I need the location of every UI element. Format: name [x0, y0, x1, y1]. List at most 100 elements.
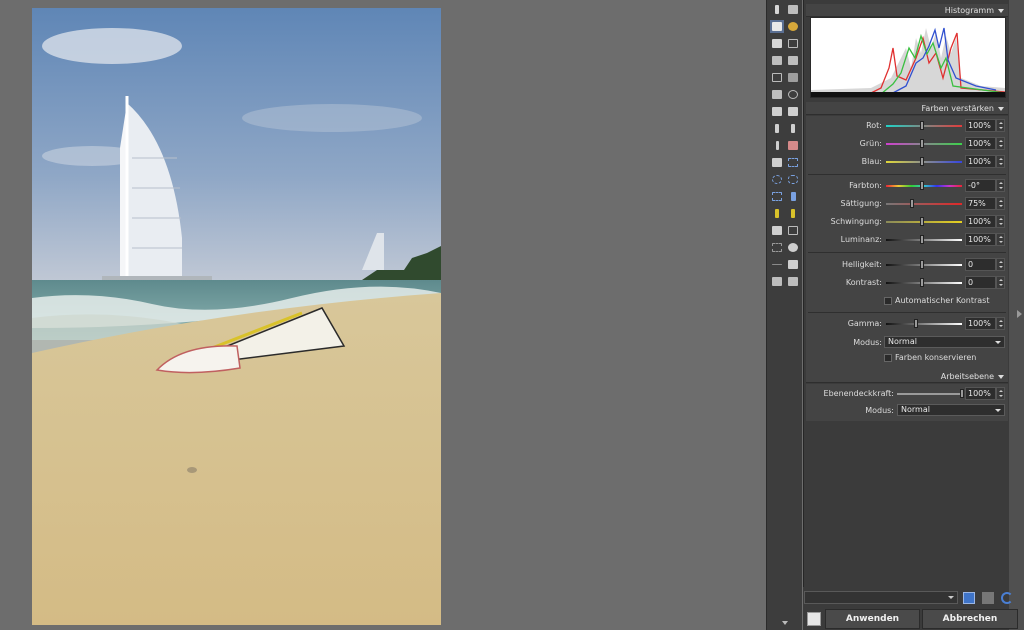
- luminance-slider-track[interactable]: [886, 239, 962, 241]
- gamma-spinner[interactable]: [996, 317, 1005, 330]
- green-slider-track[interactable]: [886, 143, 962, 145]
- text-icon[interactable]: [786, 258, 800, 271]
- layer-opacity-input[interactable]: 100%: [965, 387, 996, 400]
- paint-icon[interactable]: [786, 207, 800, 220]
- reset-icon[interactable]: [1001, 592, 1013, 604]
- transform-icon[interactable]: [770, 241, 784, 254]
- clone-icon[interactable]: [786, 241, 800, 254]
- mode-label: Modus:: [853, 338, 882, 347]
- contrast-value-input[interactable]: 0: [965, 276, 996, 289]
- save-preset-icon[interactable]: [963, 592, 975, 604]
- brightness-slider-thumb[interactable]: [920, 260, 924, 269]
- collapse-panel-icon[interactable]: [1017, 310, 1022, 318]
- preset-select[interactable]: [804, 591, 958, 604]
- grid-icon[interactable]: [786, 71, 800, 84]
- wand-icon[interactable]: [770, 207, 784, 220]
- vibrance-slider-track[interactable]: [886, 221, 962, 223]
- delete-preset-icon[interactable]: [982, 592, 994, 604]
- blue-slider-thumb[interactable]: [920, 157, 924, 166]
- frame-icon[interactable]: [770, 71, 784, 84]
- gamma-slider-track[interactable]: [886, 323, 962, 325]
- vibrance-spinner[interactable]: [996, 215, 1005, 228]
- rotate-icon[interactable]: [786, 88, 800, 101]
- dropper-icon[interactable]: [786, 122, 800, 135]
- layers-icon[interactable]: [770, 54, 784, 67]
- saturation-spinner[interactable]: [996, 197, 1005, 210]
- vibrance-value-input[interactable]: 100%: [965, 215, 996, 228]
- gamma-slider-thumb[interactable]: [914, 319, 918, 328]
- histogram-graph: [810, 17, 1006, 98]
- blue-slider-track[interactable]: [886, 161, 962, 163]
- heal-icon[interactable]: [786, 105, 800, 118]
- bucket-icon[interactable]: [770, 224, 784, 237]
- brightness-slider-track[interactable]: [886, 264, 962, 266]
- blue-value-input[interactable]: 100%: [965, 155, 996, 168]
- luminance-spinner[interactable]: [996, 233, 1005, 246]
- layer-opacity-spinner[interactable]: [996, 387, 1005, 400]
- layer-header[interactable]: Arbeitsebene: [806, 370, 1008, 383]
- blue-spinner[interactable]: [996, 155, 1005, 168]
- rect-select-icon[interactable]: [786, 156, 800, 169]
- enhance-colors-icon[interactable]: [770, 20, 784, 33]
- lasso-icon[interactable]: [786, 173, 800, 186]
- pencil-icon[interactable]: [770, 139, 784, 152]
- checkbox-box[interactable]: [884, 354, 892, 362]
- layer-opacity-thumb[interactable]: [960, 389, 964, 398]
- brush-icon[interactable]: [770, 122, 784, 135]
- gamma-label: Gamma:: [847, 319, 882, 328]
- magic-wand-icon[interactable]: [786, 190, 800, 203]
- hue-spinner[interactable]: [996, 179, 1005, 192]
- brightness-spinner[interactable]: [996, 258, 1005, 271]
- stamp-icon[interactable]: [770, 105, 784, 118]
- brightness-value-input[interactable]: 0: [965, 258, 996, 271]
- contrast-spinner[interactable]: [996, 276, 1005, 289]
- contrast-slider-thumb[interactable]: [920, 278, 924, 287]
- gradient-icon[interactable]: [770, 275, 784, 288]
- hand-icon[interactable]: [770, 37, 784, 50]
- zoom-icon[interactable]: [786, 20, 800, 33]
- crop-icon[interactable]: [786, 37, 800, 50]
- magic-lasso-icon[interactable]: [770, 190, 784, 203]
- green-value-input[interactable]: 100%: [965, 137, 996, 150]
- shape-icon[interactable]: [786, 224, 800, 237]
- layer-mode-select[interactable]: Normal: [897, 404, 1005, 416]
- red-slider-thumb[interactable]: [920, 121, 924, 130]
- gamma-value-input[interactable]: 100%: [965, 317, 996, 330]
- image-canvas[interactable]: [0, 0, 766, 630]
- filmstrip-icon[interactable]: [786, 275, 800, 288]
- vibrance-slider-thumb[interactable]: [920, 217, 924, 226]
- histogram-header[interactable]: Histogramm: [806, 4, 1008, 17]
- ellipse-select-icon[interactable]: [770, 173, 784, 186]
- line-icon[interactable]: [770, 258, 784, 271]
- before-after-icon[interactable]: [807, 612, 821, 626]
- vibrance-label: Schwingung:: [830, 217, 882, 226]
- red-value-input[interactable]: 100%: [965, 119, 996, 132]
- saturation-value-input[interactable]: 75%: [965, 197, 996, 210]
- red-slider-track[interactable]: [886, 125, 962, 127]
- picture-icon[interactable]: [770, 88, 784, 101]
- layer-opacity-track[interactable]: [897, 393, 962, 395]
- green-slider-thumb[interactable]: [920, 139, 924, 148]
- green-spinner[interactable]: [996, 137, 1005, 150]
- hue-slider-thumb[interactable]: [920, 181, 924, 190]
- luminance-slider-thumb[interactable]: [920, 235, 924, 244]
- eraser-icon[interactable]: [786, 139, 800, 152]
- smudge-icon[interactable]: [770, 156, 784, 169]
- saturation-slider-thumb[interactable]: [910, 199, 914, 208]
- auto-fix-icon[interactable]: [770, 3, 784, 16]
- cancel-button[interactable]: Abbrechen: [922, 609, 1018, 629]
- luminance-value-input[interactable]: 100%: [965, 233, 996, 246]
- toolbar-more-icon[interactable]: [782, 621, 788, 625]
- car-icon[interactable]: [786, 3, 800, 16]
- contrast-row: Kontrast: 0: [806, 276, 1008, 290]
- mode-select[interactable]: Normal: [884, 336, 1005, 348]
- enhance-colors-header[interactable]: Farben verstärken: [806, 102, 1008, 115]
- contrast-slider-track[interactable]: [886, 282, 962, 284]
- panel-icon[interactable]: [786, 54, 800, 67]
- saturation-slider-track[interactable]: [886, 203, 962, 205]
- red-spinner[interactable]: [996, 119, 1005, 132]
- checkbox-box[interactable]: [884, 297, 892, 305]
- apply-button[interactable]: Anwenden: [825, 609, 920, 629]
- hue-slider-track[interactable]: [886, 185, 962, 187]
- hue-value-input[interactable]: -0°: [965, 179, 996, 192]
